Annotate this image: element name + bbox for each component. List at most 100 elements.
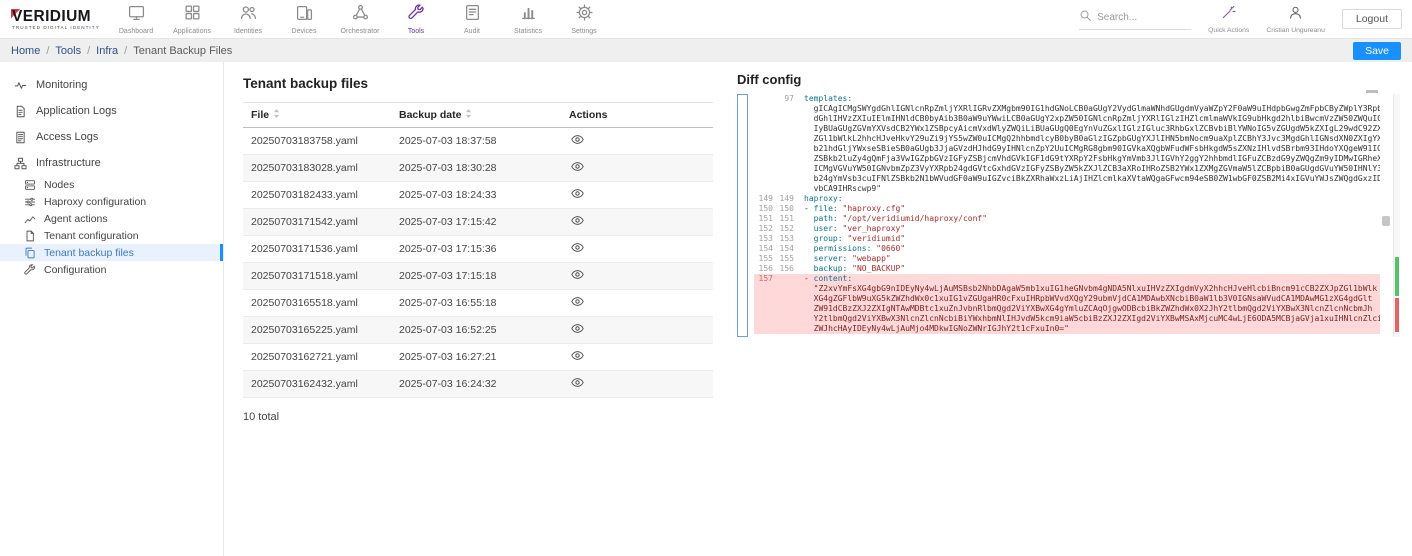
- breadcrumb-separator: /: [46, 45, 49, 57]
- eye-icon[interactable]: [571, 349, 584, 362]
- quick-actions-button[interactable]: Quick Actions: [1208, 5, 1249, 34]
- breadcrumb: Home / Tools / Infra / Tenant Backup Files: [11, 45, 232, 57]
- table-row: 20250703162721.yaml2025-07-03 16:27:21: [243, 344, 713, 371]
- file-cell: 20250703171536.yaml: [243, 236, 391, 263]
- sidebar-item-label: Tenant backup files: [44, 247, 134, 259]
- diff-line: 149149haproxy:: [754, 194, 1380, 204]
- column-header-file[interactable]: File: [243, 103, 391, 128]
- sidebar-item-configuration[interactable]: Configuration: [0, 261, 223, 278]
- page-title: Tenant backup files: [243, 76, 729, 91]
- sidebar-item-tenant-backup-files[interactable]: Tenant backup files: [0, 244, 223, 261]
- diff-lines: 97templates: gICAgICMgSWYgdGhlIGNlcnRpZm…: [754, 94, 1380, 334]
- breadcrumb-item-tenant-backup-files: Tenant Backup Files: [133, 45, 232, 57]
- sidebar-item-monitoring[interactable]: Monitoring: [0, 72, 223, 98]
- breadcrumb-separator: /: [124, 45, 127, 57]
- file-cell: 20250703165518.yaml: [243, 290, 391, 317]
- orchestrator-icon: [352, 4, 369, 26]
- actions-cell: [561, 236, 713, 263]
- nav-settings[interactable]: Settings: [556, 2, 612, 36]
- sidebar: Monitoring Application LogsAccess Logs Inf…: [0, 62, 224, 556]
- eye-icon[interactable]: [571, 214, 584, 227]
- identities-icon: [240, 4, 257, 26]
- logout-button[interactable]: Logout: [1342, 9, 1402, 29]
- diff-removed-mark: [1395, 298, 1399, 332]
- table-row: 20250703183758.yaml2025-07-03 18:37:58: [243, 128, 713, 155]
- nav-dashboard[interactable]: Dashboard: [108, 2, 164, 36]
- diff-content: 97templates: gICAgICMgSWYgdGhlIGNlcnRpZm…: [754, 94, 1400, 337]
- eye-icon[interactable]: [571, 187, 584, 200]
- actions-cell: [561, 344, 713, 371]
- infrastructure-icon: [14, 157, 27, 170]
- nav-label: Audit: [464, 28, 480, 36]
- table-row: 20250703183028.yaml2025-07-03 18:30:28: [243, 155, 713, 182]
- diff-left-pane: [737, 94, 748, 337]
- eye-icon[interactable]: [571, 160, 584, 173]
- nodes-icon: [24, 179, 36, 191]
- eye-icon[interactable]: [571, 241, 584, 254]
- column-header-backup-date[interactable]: Backup date: [391, 103, 561, 128]
- sidebar-item-label: Monitoring: [36, 79, 87, 91]
- backup-date-cell: 2025-07-03 18:30:28: [391, 155, 561, 182]
- top-bar: VERIDIUM TRUSTED DIGITAL IDENTITY Dashbo…: [0, 0, 1412, 38]
- table-row: 20250703162432.yaml2025-07-03 16:24:32: [243, 371, 713, 398]
- diff-scrollbar-vertical[interactable]: [1382, 216, 1390, 226]
- column-label: File: [251, 109, 269, 121]
- sidebar-item-nodes[interactable]: Nodes: [0, 176, 223, 193]
- breadcrumb-item-infra[interactable]: Infra: [96, 45, 118, 57]
- actions-cell: [561, 182, 713, 209]
- nav-label: Dashboard: [119, 28, 153, 36]
- eye-icon[interactable]: [571, 133, 584, 146]
- user-menu[interactable]: Cristian Ungureanu: [1266, 5, 1325, 34]
- file-cell: 20250703162432.yaml: [243, 371, 391, 398]
- eye-icon[interactable]: [571, 376, 584, 389]
- diff-scrollbar-horizontal[interactable]: [1366, 90, 1378, 93]
- nav-tools[interactable]: Tools: [388, 2, 444, 36]
- breadcrumb-item-home[interactable]: Home: [11, 45, 40, 57]
- monitoring-icon: [14, 79, 27, 92]
- breadcrumb-separator: /: [87, 45, 90, 57]
- nav-identities[interactable]: Identities: [220, 2, 276, 36]
- nav-audit[interactable]: Audit: [444, 2, 500, 36]
- wand-icon: [1221, 5, 1236, 25]
- user-name: Cristian Ungureanu: [1266, 27, 1325, 34]
- sidebar-item-infrastructure[interactable]: Infrastructure: [0, 150, 223, 176]
- veridium-logo[interactable]: VERIDIUM TRUSTED DIGITAL IDENTITY: [10, 9, 102, 30]
- sidebar-item-access-logs[interactable]: Access Logs: [0, 124, 223, 150]
- file-cell: 20250703165225.yaml: [243, 317, 391, 344]
- diff-line: 154154 permissions: "0660": [754, 244, 1380, 254]
- eye-icon[interactable]: [571, 295, 584, 308]
- file-cell: 20250703171518.yaml: [243, 263, 391, 290]
- nav-statistics[interactable]: Statistics: [500, 2, 556, 36]
- nav-orchestrator[interactable]: Orchestrator: [332, 2, 388, 36]
- nav-applications[interactable]: Applications: [164, 2, 220, 36]
- actions-cell: [561, 209, 713, 236]
- sidebar-item-label: Infrastructure: [36, 157, 101, 169]
- content-area: Monitoring Application LogsAccess Logs Inf…: [0, 62, 1412, 556]
- save-button[interactable]: Save: [1353, 42, 1401, 60]
- breadcrumb-item-tools[interactable]: Tools: [55, 45, 81, 57]
- tools-icon: [408, 4, 425, 26]
- sidebar-item-haproxy-configuration[interactable]: Haproxy configuration: [0, 193, 223, 210]
- eye-icon[interactable]: [571, 268, 584, 281]
- sidebar-item-tenant-configuration[interactable]: Tenant configuration: [0, 227, 223, 244]
- search-input[interactable]: [1097, 12, 1179, 23]
- sidebar-item-label: Configuration: [44, 264, 106, 276]
- diff-added-mark: [1395, 257, 1399, 296]
- diff-viewer: 97templates: gICAgICMgSWYgdGhlIGNlcnRpZm…: [737, 94, 1400, 337]
- devices-icon: [296, 4, 313, 26]
- table-row: 20250703171542.yaml2025-07-03 17:15:42: [243, 209, 713, 236]
- haproxy-icon: [24, 196, 36, 208]
- eye-icon[interactable]: [571, 322, 584, 335]
- diff-line: ICMgVGVuYW50IGNvbmZpZ3VyYXRpb24gdGVtcGxh…: [754, 164, 1380, 174]
- nav-devices[interactable]: Devices: [276, 2, 332, 36]
- sidebar-item-agent-actions[interactable]: Agent actions: [0, 210, 223, 227]
- sort-icon: [465, 109, 472, 121]
- tenant-backup-icon: [24, 247, 36, 259]
- backup-date-cell: 2025-07-03 16:55:18: [391, 290, 561, 317]
- nav-label: Orchestrator: [341, 28, 380, 36]
- topbar-right: Quick Actions Cristian Ungureanu Logout: [1079, 5, 1402, 34]
- file-cell: 20250703183028.yaml: [243, 155, 391, 182]
- diff-line: ZW91dCBzZXJ2ZXIgNTAwMDBtc1xuZnJvbnRlbmQg…: [754, 304, 1380, 314]
- diff-line: 151151 path: "/opt/veridiumid/haproxy/co…: [754, 214, 1380, 224]
- sidebar-item-application-logs[interactable]: Application Logs: [0, 98, 223, 124]
